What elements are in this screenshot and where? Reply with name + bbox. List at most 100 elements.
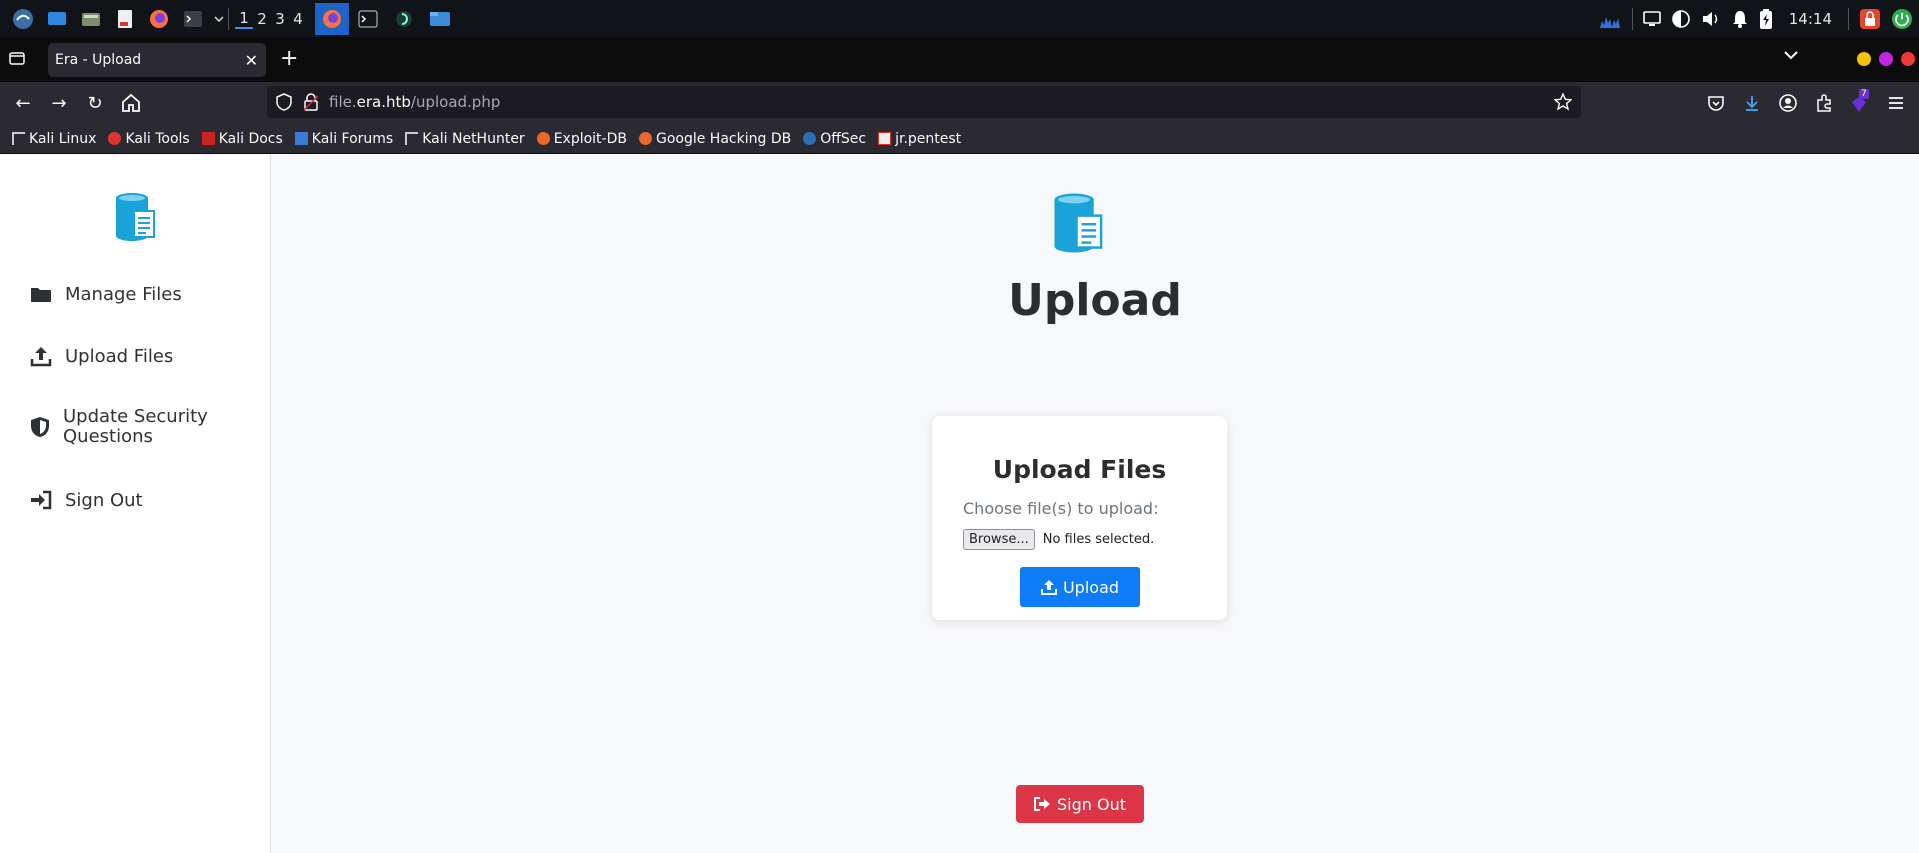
text-editor-icon[interactable] <box>108 4 142 34</box>
sign-out-label: Sign Out <box>1057 794 1126 814</box>
bell-icon[interactable] <box>1731 9 1749 29</box>
chevron-down-icon[interactable] <box>1783 49 1799 61</box>
exploit-db-icon <box>536 132 550 145</box>
clock[interactable]: 14:14 <box>1789 10 1832 28</box>
taskbar-terminal-window[interactable] <box>351 3 385 35</box>
tray-separator-2 <box>1848 7 1849 30</box>
upload-button[interactable]: Upload <box>1020 567 1140 607</box>
workspace-3[interactable]: 3 <box>271 10 289 28</box>
kali-dragon-icon <box>405 132 419 145</box>
maximize-window-button[interactable] <box>1879 52 1893 66</box>
upload-icon <box>30 345 52 367</box>
browser-tab-strip: Era - Upload ✕ + <box>0 37 1919 82</box>
reload-button[interactable]: ↻ <box>83 91 107 115</box>
file-input[interactable]: Browse... No files selected. <box>963 529 1154 550</box>
bookmark-google-hacking-db[interactable]: Google Hacking DB <box>638 131 791 147</box>
workspace-4[interactable]: 4 <box>289 10 307 28</box>
bookmark-label: Kali NetHunter <box>422 130 525 147</box>
forward-button[interactable]: → <box>47 91 71 115</box>
hamburger-menu-icon[interactable] <box>1887 94 1905 112</box>
sidebar-item-manage-files[interactable]: Manage Files <box>30 283 182 305</box>
close-window-button[interactable] <box>1901 52 1915 66</box>
browse-button[interactable]: Browse... <box>963 529 1035 550</box>
page-info-icon[interactable] <box>303 93 319 111</box>
logout-icon[interactable] <box>1891 8 1913 30</box>
back-button[interactable]: ← <box>11 91 35 115</box>
chevron-down-icon[interactable] <box>210 4 228 34</box>
minimize-window-button[interactable] <box>1857 52 1871 66</box>
account-icon[interactable] <box>1779 94 1797 112</box>
bookmark-label: Kali Linux <box>29 130 97 147</box>
extension-button[interactable]: 7 <box>1849 89 1871 114</box>
volume-icon[interactable] <box>1701 10 1721 28</box>
url-host: era.htb <box>356 93 411 111</box>
system-tray: 14:14 <box>1598 0 1919 37</box>
bookmark-label: jr.pentest <box>895 130 962 147</box>
lock-screen-icon[interactable] <box>1859 8 1881 30</box>
workspace-switcher[interactable]: 1 2 3 4 <box>235 9 307 29</box>
bookmark-jr-pentest[interactable]: jr.pentest <box>878 131 961 147</box>
tab-list-icon[interactable] <box>8 49 26 67</box>
desktop-icon[interactable] <box>40 4 74 34</box>
bookmark-kali-forums[interactable]: Kali Forums <box>294 131 393 147</box>
url-prefix: file. <box>329 93 357 111</box>
sign-out-button[interactable]: Sign Out <box>1016 785 1144 823</box>
new-tab-button[interactable]: + <box>280 46 298 71</box>
sidebar: Manage Files Upload Files Update Securit… <box>0 155 271 853</box>
os-taskbar: 1 2 3 4 14:14 <box>0 0 1919 37</box>
bookmark-kali-docs[interactable]: Kali Docs <box>201 131 283 147</box>
file-manager-icon[interactable] <box>74 4 108 34</box>
bookmark-kali-nethunter[interactable]: Kali NetHunter <box>405 130 525 147</box>
bookmarks-toolbar: Kali Linux Kali Tools Kali Docs Kali For… <box>0 124 1919 154</box>
url-text: file.era.htb/upload.php <box>329 93 500 111</box>
taskbar-app-window[interactable] <box>387 3 421 35</box>
sidebar-item-update-security-questions[interactable]: Update Security Questions <box>30 407 240 447</box>
terminal-icon[interactable] <box>176 4 210 34</box>
bookmark-label: Exploit-DB <box>553 130 627 147</box>
page-title: Upload <box>1008 275 1182 326</box>
star-icon[interactable] <box>1554 93 1572 111</box>
sign-in-icon <box>30 489 52 511</box>
workspace-1[interactable]: 1 <box>235 9 253 29</box>
web-page: Manage Files Upload Files Update Securit… <box>0 155 1919 853</box>
download-icon[interactable] <box>1743 94 1761 112</box>
tab-era-upload[interactable]: Era - Upload ✕ <box>48 43 266 77</box>
battery-icon[interactable] <box>1759 8 1773 30</box>
sidebar-item-upload-files[interactable]: Upload Files <box>30 345 173 367</box>
shield-icon[interactable] <box>275 93 293 111</box>
url-path: /upload.php <box>410 93 501 111</box>
close-tab-icon[interactable]: ✕ <box>245 51 258 70</box>
sidebar-item-label: Update Security Questions <box>63 406 208 447</box>
file-status-text: No files selected. <box>1042 532 1155 547</box>
jr-pentest-icon <box>878 132 892 145</box>
home-icon[interactable] <box>119 91 143 115</box>
extensions-icon[interactable] <box>1815 94 1833 112</box>
workspace-2[interactable]: 2 <box>253 10 271 28</box>
sign-out-icon <box>1034 797 1050 811</box>
bookmark-offsec[interactable]: OffSec <box>803 131 866 147</box>
sidebar-item-sign-out[interactable]: Sign Out <box>30 489 143 511</box>
offsec-icon <box>803 132 817 145</box>
url-bar[interactable]: file.era.htb/upload.php <box>267 86 1581 118</box>
cpu-graph-icon <box>1599 16 1620 28</box>
kali-tools-icon <box>108 132 122 145</box>
firefox-icon[interactable] <box>142 4 176 34</box>
kali-forums-icon <box>294 132 308 145</box>
display-icon[interactable] <box>1642 10 1661 27</box>
file-server-logo-icon <box>116 193 155 241</box>
taskbar-files-window[interactable] <box>423 3 457 35</box>
bookmark-exploit-db[interactable]: Exploit-DB <box>536 130 627 147</box>
sidebar-item-label: Manage Files <box>65 283 182 305</box>
bookmark-label: Kali Tools <box>125 130 190 147</box>
kali-menu-icon[interactable] <box>6 4 40 34</box>
taskbar-firefox-window[interactable] <box>315 2 349 35</box>
bookmark-kali-linux[interactable]: Kali Linux <box>12 131 96 147</box>
upload-button-label: Upload <box>1062 577 1120 597</box>
kali-dragon-icon <box>12 132 25 145</box>
contrast-icon[interactable] <box>1671 9 1691 29</box>
taskbar-left: 1 2 3 4 <box>0 0 457 37</box>
pocket-icon[interactable] <box>1707 94 1725 112</box>
bookmark-kali-tools[interactable]: Kali Tools <box>108 130 190 147</box>
tab-title: Era - Upload <box>55 52 142 68</box>
extension-badge: 7 <box>1859 89 1869 99</box>
